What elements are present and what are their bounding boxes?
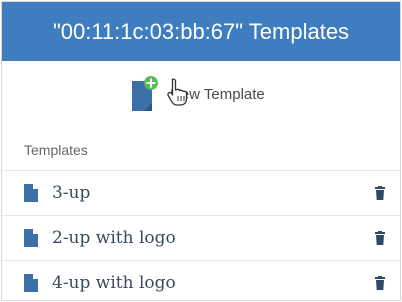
trash-icon[interactable] <box>375 186 385 200</box>
file-icon <box>24 229 38 247</box>
file-icon <box>24 184 38 202</box>
template-item-4-up-with-logo[interactable]: 4-up with logo <box>2 260 400 300</box>
template-item-2-up-with-logo[interactable]: 2-up with logo <box>2 215 400 260</box>
template-name: 4-up with logo <box>52 273 176 293</box>
templates-panel: "00:11:1c:03:bb:67" Templates New Templa… <box>1 1 401 301</box>
document-plus-icon <box>132 76 158 111</box>
template-name: 2-up with logo <box>52 228 176 248</box>
new-template-label: New Template <box>170 85 265 103</box>
trash-icon[interactable] <box>375 231 385 245</box>
templates-section-label: Templates <box>24 142 88 158</box>
templates-list: 3-up 2-up with logo 4-up with logo <box>2 170 400 300</box>
file-icon <box>24 274 38 292</box>
panel-title: "00:11:1c:03:bb:67" Templates <box>2 2 400 61</box>
new-template-button[interactable]: New Template <box>130 74 265 114</box>
trash-icon[interactable] <box>375 276 385 290</box>
template-item-3-up[interactable]: 3-up <box>2 170 400 215</box>
template-name: 3-up <box>52 183 91 203</box>
